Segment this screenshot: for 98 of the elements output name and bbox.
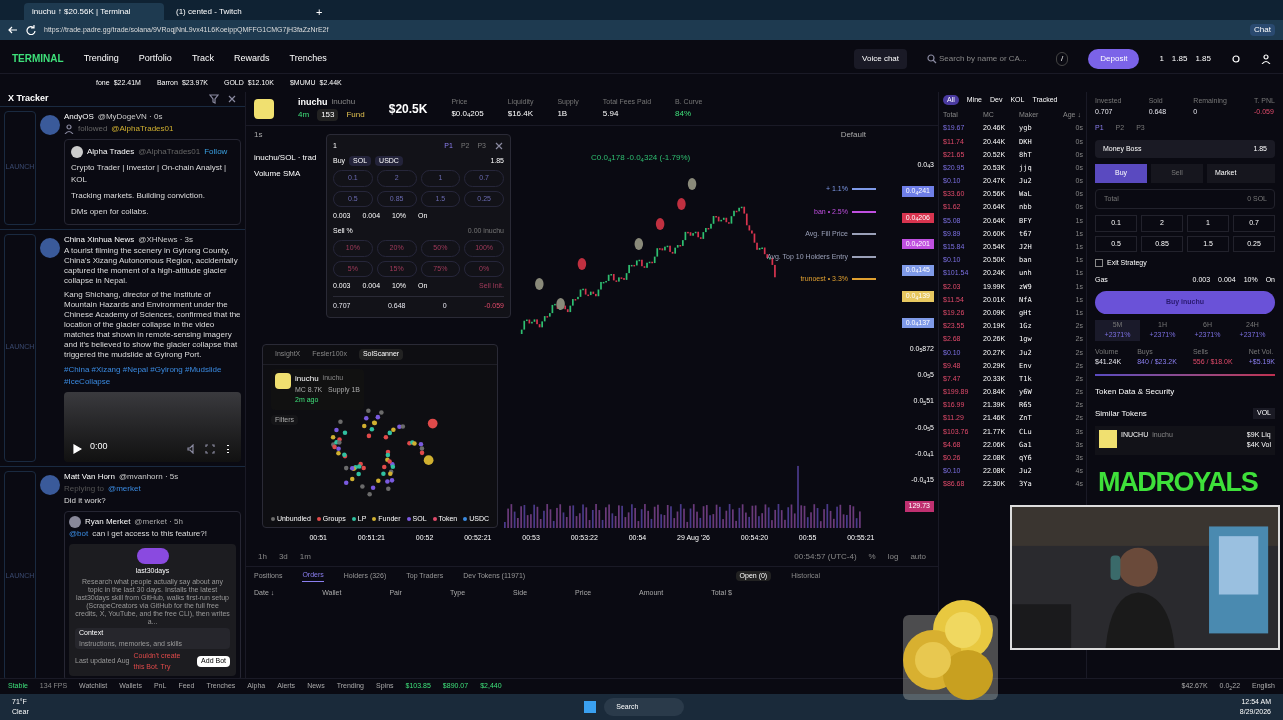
bio-line: Tracking markets. Building conviction.	[71, 189, 206, 202]
scale-toggle[interactable]: auto	[910, 551, 926, 563]
section-title: Similar Tokens	[1095, 407, 1148, 420]
stat-value: 84%	[675, 107, 693, 120]
bot-icon	[136, 547, 169, 564]
token-age: 4m	[298, 109, 310, 122]
template-selector[interactable]: Default	[840, 129, 866, 141]
token-logo	[1099, 429, 1117, 448]
trade-marker[interactable]	[535, 278, 544, 290]
chart-clock: 00:54:57 (UTC-4)	[794, 551, 857, 563]
trade-marker[interactable]	[687, 178, 697, 190]
start-icon[interactable]	[584, 701, 597, 713]
fund-badge[interactable]: Fund	[346, 109, 365, 122]
avatar	[40, 237, 60, 258]
deposit-button[interactable]: Deposit	[1088, 48, 1140, 69]
trade-marker[interactable]	[556, 298, 565, 310]
fullscreen-icon[interactable]	[205, 443, 215, 454]
checkbox[interactable]	[1095, 259, 1103, 268]
range-button[interactable]: 1m	[299, 551, 311, 563]
wallet-selector[interactable]: 1 1.85 1.85	[1159, 52, 1211, 65]
close-icon[interactable]	[227, 93, 237, 104]
nav-link[interactable]: Portfolio	[138, 51, 172, 66]
watchers-count: 153	[317, 109, 339, 122]
search-icon[interactable]	[927, 53, 938, 64]
token-name: inuchu	[295, 372, 319, 385]
nav-link[interactable]: Trending	[83, 51, 119, 66]
avatar	[69, 515, 81, 528]
play-icon[interactable]	[72, 443, 82, 454]
voice-chat-button[interactable]: Voice chat	[854, 48, 908, 69]
scale-toggle[interactable]: log	[887, 551, 899, 563]
tweet-text: Kang Shichang, director of the Institute of Mountain Hazards and Environment under the Chinese Academy of Sciences, confirmed that the location of the glacier collapse in the video matches that shown in remote-sensing imagery and it's believed to show the glacier collapse that triggered the mudslide at Gyirong Port.	[64, 289, 241, 360]
filter-icon[interactable]	[209, 93, 219, 104]
mention-link[interactable]: @AlphaTrades01	[111, 122, 174, 135]
close-icon[interactable]	[494, 141, 504, 152]
person-icon	[64, 123, 74, 134]
volume-icon[interactable]	[187, 443, 197, 454]
bio-line: Crypto Trader | Investor | On-chain Analyst | KOL	[71, 161, 228, 186]
video-time: 0:00	[90, 440, 108, 453]
author-handle: @AlphaTrades01	[138, 145, 201, 158]
browser-tab[interactable]: inuchu ↑ $20.56K | Terminal	[24, 3, 164, 20]
nav-link[interactable]: Track	[191, 51, 215, 66]
trade-marker[interactable]	[677, 198, 686, 210]
author-name: Alpha Trades	[87, 145, 135, 158]
author-name: China Xinhua News	[64, 233, 135, 246]
section-title: Token Data & Security	[1095, 385, 1176, 398]
avatar	[71, 145, 83, 158]
range-button[interactable]: 3d	[278, 551, 288, 563]
indicator-label: Volume SMA	[254, 168, 302, 180]
tweet-text: A tourist filming the scenery in Gyirong County, China's Xizang Autonomous Region, accidentally captured the moment of a high-altitude glacier collapse in Nepal.	[64, 245, 239, 286]
tweet-text: can i get access to this feature?!	[92, 527, 207, 540]
back-icon[interactable]	[8, 25, 18, 35]
stat-value: $0.0$_{4}$205	[451, 107, 484, 120]
stat-value: $16.4K	[507, 107, 534, 120]
follow-link[interactable]: Follow	[204, 145, 228, 158]
market-cap: $20.5K	[388, 100, 428, 118]
stat-value: 5.94	[602, 107, 620, 120]
author-name: AndyOS	[64, 110, 94, 123]
browser-tab[interactable]: (1) cented - Twitch	[168, 3, 308, 20]
search-field[interactable]: Search by name or CA...	[927, 52, 1053, 65]
profile-icon[interactable]	[1261, 53, 1271, 64]
author-handle: @MyDogeVN · 0s	[97, 110, 163, 123]
nav-link[interactable]: Rewards	[234, 51, 270, 66]
interval-selector[interactable]: 1s	[254, 129, 263, 141]
author-handle: @merket · 5h	[134, 515, 183, 528]
token-name: inuchu	[298, 95, 328, 109]
stat-value: 1B	[557, 107, 569, 120]
author-name: Ryan Merket	[85, 515, 131, 528]
reload-icon[interactable]	[26, 25, 36, 35]
author-name: Matt Van Horn	[64, 470, 115, 483]
mention-link[interactable]: @bot	[69, 527, 89, 540]
token-symbol: inuchu	[331, 95, 356, 108]
author-handle: @XHNews · 3s	[138, 233, 194, 246]
reply-label: Replying to	[64, 482, 105, 495]
avatar	[40, 474, 60, 495]
terminal-logo[interactable]: TERMINAL	[12, 51, 64, 66]
new-tab-button[interactable]: +	[312, 3, 327, 20]
settings-icon[interactable]	[1231, 53, 1241, 64]
video-player[interactable]: 0:00	[64, 391, 241, 462]
panel-title: X Tracker	[8, 92, 50, 105]
stream-overlay-text: MADROYALS	[1098, 466, 1258, 499]
token-logo	[275, 372, 291, 389]
tweet-text: Did it work?	[64, 494, 107, 507]
nav-link[interactable]: Trenches	[289, 51, 327, 66]
mention-link[interactable]: @merket	[108, 482, 141, 495]
avatar	[40, 114, 60, 135]
follow-action: followed	[78, 122, 108, 135]
hashtags[interactable]: #China #Xizang #Nepal #Gyirong #Mudslide #IceCollapse	[64, 363, 241, 388]
trade-marker[interactable]	[634, 238, 644, 250]
range-button[interactable]: 1h	[258, 551, 267, 563]
pair-label: inuchu/SOL · trad	[254, 152, 317, 164]
trade-marker[interactable]	[655, 218, 665, 230]
ohlc-readout: C0.0$_{4}$178 -0.0$_{4}$324 (-1.79%)	[591, 152, 691, 164]
trade-marker[interactable]	[577, 258, 587, 270]
scale-toggle[interactable]: %	[868, 551, 876, 563]
chat-button[interactable]: Chat	[1250, 24, 1275, 36]
author-handle: @mvanhorn · 5s	[119, 470, 179, 483]
token-logo	[254, 98, 274, 119]
bio-line: DMs open for collabs.	[71, 205, 150, 218]
